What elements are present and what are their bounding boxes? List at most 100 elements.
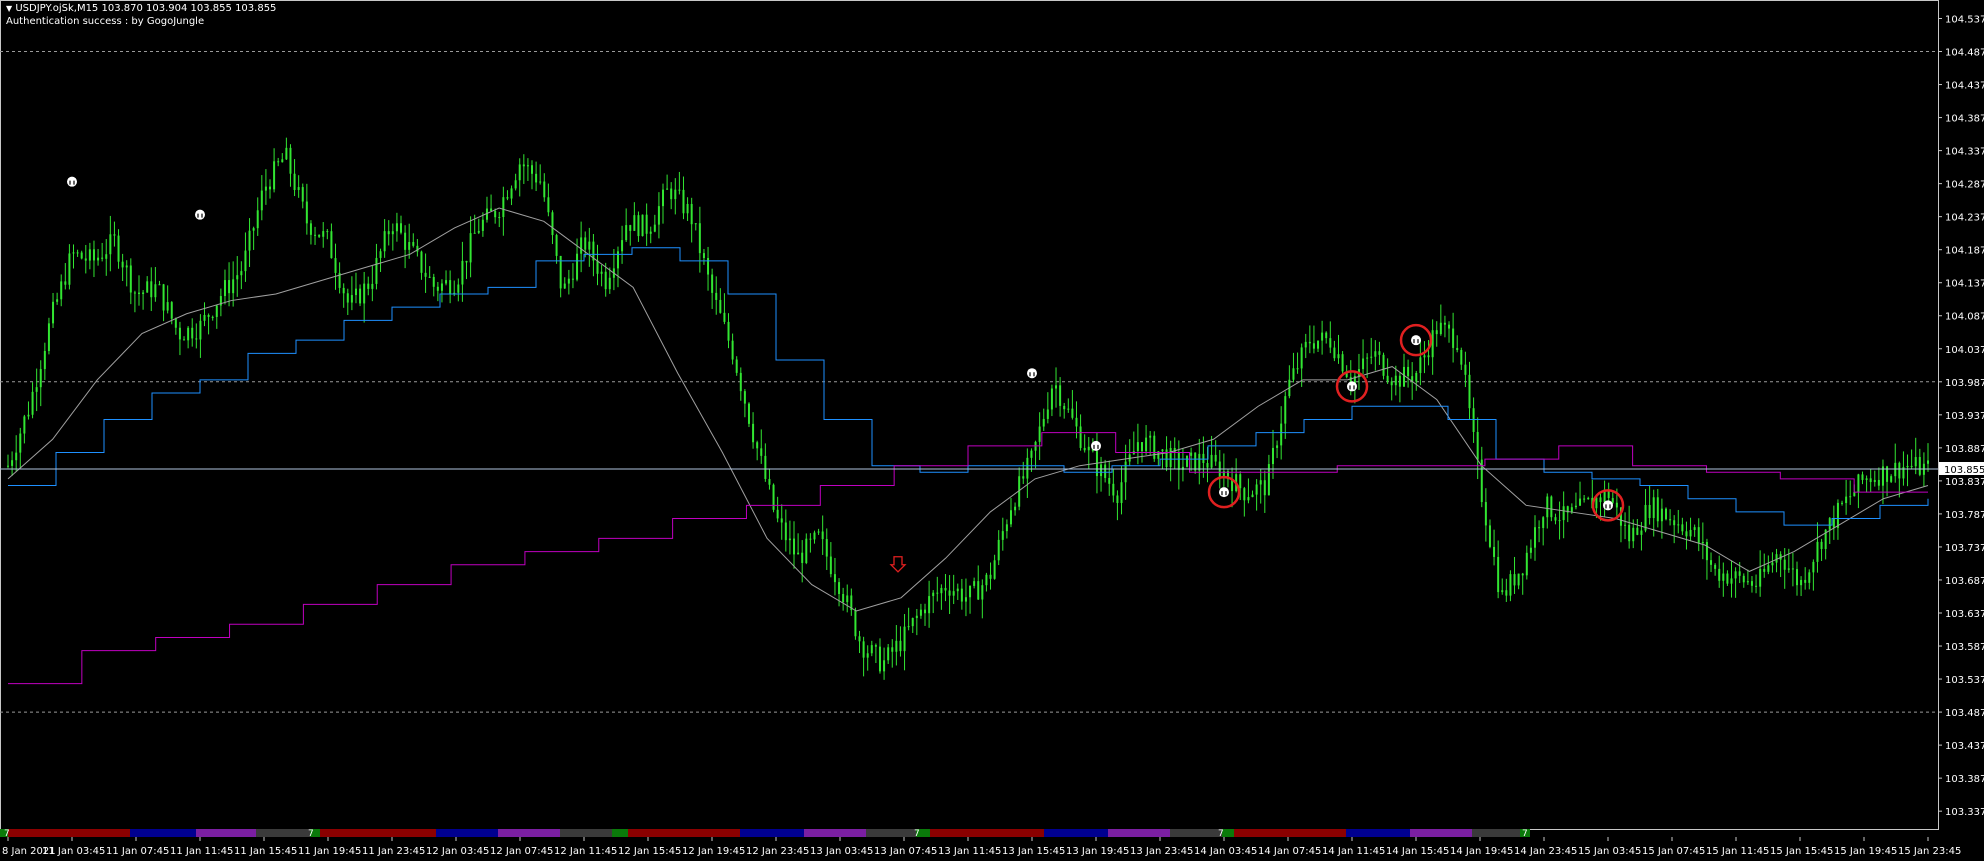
- price-tick-label: 104.387: [1945, 114, 1984, 125]
- signal-dot: [1027, 368, 1037, 379]
- candle-body: [1877, 479, 1880, 486]
- candle-body: [240, 271, 243, 276]
- candle-body: [359, 288, 362, 304]
- time-tick-label: 12 Jan 23:45: [746, 846, 809, 857]
- signal-marker[interactable]: [1091, 440, 1101, 451]
- candle-body: [465, 260, 468, 263]
- candle-body: [183, 339, 186, 341]
- session-bar-segment: [1170, 829, 1222, 837]
- candle-body: [15, 452, 18, 461]
- signal-marker[interactable]: [67, 176, 77, 187]
- candle-body: [1918, 457, 1921, 475]
- candle-body: [1153, 435, 1156, 459]
- candle-body: [531, 165, 534, 174]
- candle-body: [1239, 474, 1242, 489]
- signal-dot: [1411, 335, 1421, 346]
- candle-body: [842, 594, 845, 603]
- candle-body: [1775, 554, 1778, 563]
- candle-body: [1730, 578, 1733, 584]
- candle-body: [1317, 340, 1320, 349]
- triangle-down-icon[interactable]: ▼: [6, 4, 12, 13]
- price-tick-label: 104.437: [1945, 81, 1984, 92]
- candle-body: [174, 318, 177, 328]
- candle-body: [1493, 546, 1496, 557]
- candle-body: [1186, 455, 1189, 467]
- time-tick-label: 12 Jan 11:45: [554, 846, 617, 857]
- time-tick-label: 11 Jan 11:45: [170, 846, 233, 857]
- candle-body: [1439, 322, 1442, 335]
- signal-marker[interactable]: [195, 209, 205, 220]
- candle-body: [1321, 332, 1324, 341]
- candle-body: [911, 618, 914, 627]
- candle-body: [379, 251, 382, 258]
- candle-body: [580, 237, 583, 254]
- candle-body: [662, 189, 665, 207]
- candle-body: [1014, 506, 1017, 511]
- candle-body: [539, 181, 542, 183]
- candle-body: [1431, 330, 1434, 358]
- candle-body: [1067, 408, 1070, 410]
- candle-body: [1419, 357, 1422, 373]
- candle-body: [1841, 502, 1844, 504]
- candle-body: [694, 223, 697, 225]
- candle-body: [1026, 457, 1029, 479]
- candle-body: [838, 582, 841, 595]
- candle-body: [1374, 351, 1377, 357]
- candle-body: [187, 327, 190, 341]
- candle-body: [1624, 524, 1627, 526]
- candle-body: [1333, 347, 1336, 359]
- session-bar-segment: [498, 829, 560, 837]
- candle-body: [1525, 552, 1528, 576]
- candle-body: [1857, 474, 1860, 493]
- candle-body: [563, 283, 566, 289]
- session-bar-segment: [320, 829, 436, 837]
- candle-body: [1292, 368, 1295, 380]
- candle-body: [1100, 464, 1103, 477]
- session-marker-label: 7: [4, 829, 10, 839]
- candle-body: [1701, 542, 1704, 544]
- candle-body: [1255, 484, 1258, 495]
- candle-body: [424, 272, 427, 277]
- candle-body: [506, 197, 509, 199]
- candle-body: [1673, 520, 1676, 526]
- candle-body: [19, 433, 22, 453]
- candle-body: [469, 233, 472, 263]
- candle-body: [727, 321, 730, 341]
- candle-body: [129, 265, 132, 293]
- candle-body: [1116, 495, 1119, 504]
- time-tick-label: 11 Jan 19:45: [298, 846, 361, 857]
- candle-body: [1206, 463, 1209, 468]
- candle-body: [191, 327, 194, 339]
- auth-status-text: Authentication success : by GogoJungle: [6, 16, 205, 27]
- candle-body: [39, 369, 42, 388]
- candle-body: [195, 338, 198, 340]
- candle-body: [138, 292, 141, 295]
- candle-body: [604, 271, 607, 290]
- signal-marker[interactable]: [1335, 370, 1369, 403]
- candle-body: [1366, 357, 1369, 359]
- candle-body: [1030, 450, 1033, 458]
- candle-body: [146, 281, 149, 293]
- candle-body: [80, 252, 83, 259]
- candle-body: [109, 234, 112, 255]
- candle-body: [277, 161, 280, 163]
- candle-body: [477, 230, 480, 233]
- candle-body: [1632, 527, 1635, 542]
- symbol-header[interactable]: ▼ USDJPY.ojSk,M15 103.870 103.904 103.85…: [6, 3, 276, 14]
- session-bar-segment: [130, 829, 196, 837]
- candle-body: [1787, 568, 1790, 570]
- candle-body: [1210, 454, 1213, 468]
- price-chart[interactable]: 104.537 104.487 104.437 104.387 104.337 104.2…: [0, 0, 1984, 861]
- candle-body: [571, 278, 574, 280]
- signal-marker[interactable]: [1027, 368, 1037, 379]
- candle-body: [518, 164, 521, 181]
- candle-body: [1296, 368, 1299, 370]
- candle-body: [1304, 341, 1307, 348]
- candle-body: [215, 305, 218, 317]
- signal-marker[interactable]: [1399, 323, 1433, 357]
- time-tick-label: 14 Jan 23:45: [1514, 846, 1577, 857]
- current-price-label: 103.855: [1944, 465, 1984, 476]
- candle-body: [1042, 418, 1045, 427]
- candle-body: [150, 281, 153, 298]
- candle-body: [1906, 465, 1909, 468]
